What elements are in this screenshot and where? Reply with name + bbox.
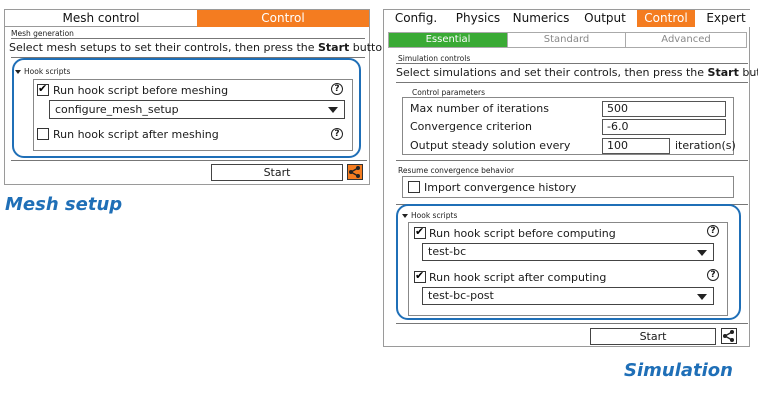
subtab-essential[interactable]: Essential [389, 33, 507, 47]
output-unit-label: iteration(s) [675, 139, 736, 152]
simulation-caption: Simulation [624, 360, 733, 381]
output-every-input[interactable]: 100 [602, 138, 670, 154]
convergence-criterion-input[interactable]: -6.0 [602, 119, 726, 135]
subtab-standard[interactable]: Standard [507, 33, 625, 47]
max-iterations-label: Max number of iterations [410, 102, 549, 115]
max-iterations-input[interactable]: 500 [602, 101, 726, 117]
convergence-criterion-label: Convergence criterion [410, 120, 533, 133]
share-icon[interactable] [347, 164, 363, 180]
divider [396, 160, 748, 161]
tab-numerics[interactable]: Numerics [510, 10, 572, 27]
highlight-box [396, 204, 741, 320]
control-parameters-label: Control parameters [412, 88, 485, 97]
divider [11, 160, 367, 161]
divider [396, 323, 748, 324]
section-label: Mesh generation [11, 29, 74, 38]
tab-output[interactable]: Output [578, 10, 632, 27]
start-button[interactable]: Start [211, 164, 343, 181]
tab-control[interactable]: Control [637, 10, 695, 27]
mesh-setup-caption: Mesh setup [5, 194, 123, 215]
output-every-label: Output steady solution every [410, 139, 571, 152]
highlight-box [12, 58, 361, 158]
tab-expert[interactable]: Expert [702, 10, 750, 27]
instruction-text: Select mesh setups to set their controls… [9, 41, 393, 54]
share-icon[interactable] [721, 328, 737, 344]
tab-physics[interactable]: Physics [450, 10, 506, 27]
start-button[interactable]: Start [590, 328, 716, 345]
resume-convergence-label: Resume convergence behavior [398, 166, 515, 175]
tab-config[interactable]: Config. [388, 10, 444, 27]
divider [396, 82, 748, 83]
divider [11, 38, 365, 39]
subtab-advanced[interactable]: Advanced [625, 33, 746, 47]
divider [396, 63, 748, 64]
tab-mesh-control[interactable]: Mesh control [5, 10, 197, 27]
import-history-checkbox[interactable] [408, 181, 420, 193]
section-label: Simulation controls [398, 54, 471, 63]
import-history-label: Import convergence history [424, 181, 577, 194]
tab-control[interactable]: Control [197, 10, 369, 27]
instruction-text: Select simulations and set their control… [396, 66, 758, 79]
